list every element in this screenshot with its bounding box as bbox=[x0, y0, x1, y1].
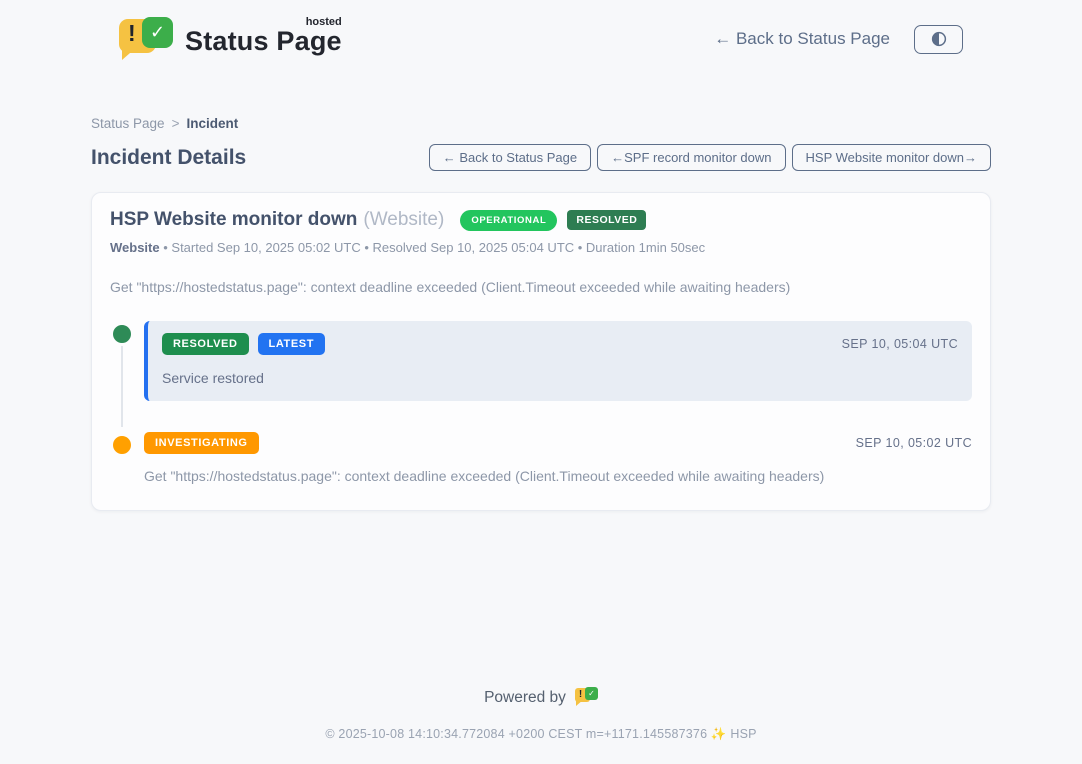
prev-incident-button[interactable]: ←SPF record monitor down bbox=[597, 144, 785, 171]
meta-component-name: Website bbox=[110, 240, 160, 255]
exclamation-icon: ! bbox=[128, 22, 136, 45]
back-to-status-page-button[interactable]: ← Back to Status Page bbox=[429, 144, 591, 171]
header-back-to-status-page-link[interactable]: ← Back to Status Page bbox=[714, 29, 890, 49]
component-status-badge: OPERATIONAL bbox=[460, 210, 557, 231]
timeline-item-resolved: RESOLVED LATEST SEP 10, 05:04 UTC Servic… bbox=[110, 321, 972, 401]
main-content: Status Page > Incident Incident Details … bbox=[91, 116, 991, 511]
incident-timeline: RESOLVED LATEST SEP 10, 05:04 UTC Servic… bbox=[110, 321, 972, 484]
footer: Powered by ! ✓ © 2025-10-08 14:10:34.772… bbox=[0, 687, 1082, 764]
brand-hosted-superscript: hosted bbox=[306, 16, 342, 28]
contrast-icon bbox=[930, 30, 948, 48]
statuspage-logo-icon: ! ✓ bbox=[119, 17, 175, 61]
header: ! ✓ Status Page hosted ← Back to Status … bbox=[0, 0, 1082, 64]
meta-details: • Started Sep 10, 2025 05:02 UTC • Resol… bbox=[163, 240, 705, 255]
powered-by-logo-link[interactable]: ! ✓ bbox=[575, 687, 598, 708]
timeline-timestamp: SEP 10, 05:04 UTC bbox=[842, 337, 958, 351]
timeline-dot-investigating bbox=[110, 433, 134, 457]
powered-by-label: Powered by bbox=[484, 689, 566, 707]
incident-status-badge: RESOLVED bbox=[567, 210, 646, 230]
next-incident-button[interactable]: HSP Website monitor down→ bbox=[792, 144, 991, 171]
mini-exclamation-icon: ! bbox=[579, 689, 582, 700]
incident-description: Get "https://hostedstatus.page": context… bbox=[110, 279, 972, 295]
brand-logo-link[interactable]: ! ✓ Status Page hosted bbox=[119, 17, 342, 61]
breadcrumb-separator: > bbox=[172, 116, 180, 131]
page-title: Incident Details bbox=[91, 146, 246, 170]
incident-card: HSP Website monitor down (Website) OPERA… bbox=[91, 192, 991, 511]
incident-meta: Website • Started Sep 10, 2025 05:02 UTC… bbox=[110, 240, 972, 255]
timeline-status-badge: INVESTIGATING bbox=[144, 432, 259, 454]
checkmark-icon: ✓ bbox=[142, 17, 173, 48]
brand-name: Status Page bbox=[185, 26, 342, 56]
theme-toggle-button[interactable] bbox=[914, 25, 963, 54]
incident-title: HSP Website monitor down bbox=[110, 209, 357, 231]
timeline-timestamp: SEP 10, 05:02 UTC bbox=[856, 436, 972, 450]
copyright-text: © 2025-10-08 14:10:34.772084 +0200 CEST … bbox=[0, 727, 1082, 742]
breadcrumb-current-incident: Incident bbox=[186, 116, 238, 131]
breadcrumb-status-page-link[interactable]: Status Page bbox=[91, 116, 165, 131]
timeline-message: Get "https://hostedstatus.page": context… bbox=[144, 468, 972, 484]
mini-checkmark-icon: ✓ bbox=[585, 687, 598, 700]
timeline-message: Service restored bbox=[162, 370, 958, 386]
incident-component: (Website) bbox=[363, 209, 444, 231]
timeline-latest-update-box: RESOLVED LATEST SEP 10, 05:04 UTC Servic… bbox=[144, 321, 972, 401]
brand-text: Status Page hosted bbox=[185, 26, 342, 61]
timeline-status-badge: RESOLVED bbox=[162, 333, 249, 355]
timeline-latest-badge: LATEST bbox=[258, 333, 326, 355]
timeline-dot-resolved bbox=[110, 322, 134, 346]
timeline-item-investigating: INVESTIGATING SEP 10, 05:02 UTC Get "htt… bbox=[110, 432, 972, 484]
incident-nav-buttons: ← Back to Status Page ←SPF record monito… bbox=[429, 144, 991, 171]
breadcrumb: Status Page > Incident bbox=[91, 116, 991, 131]
